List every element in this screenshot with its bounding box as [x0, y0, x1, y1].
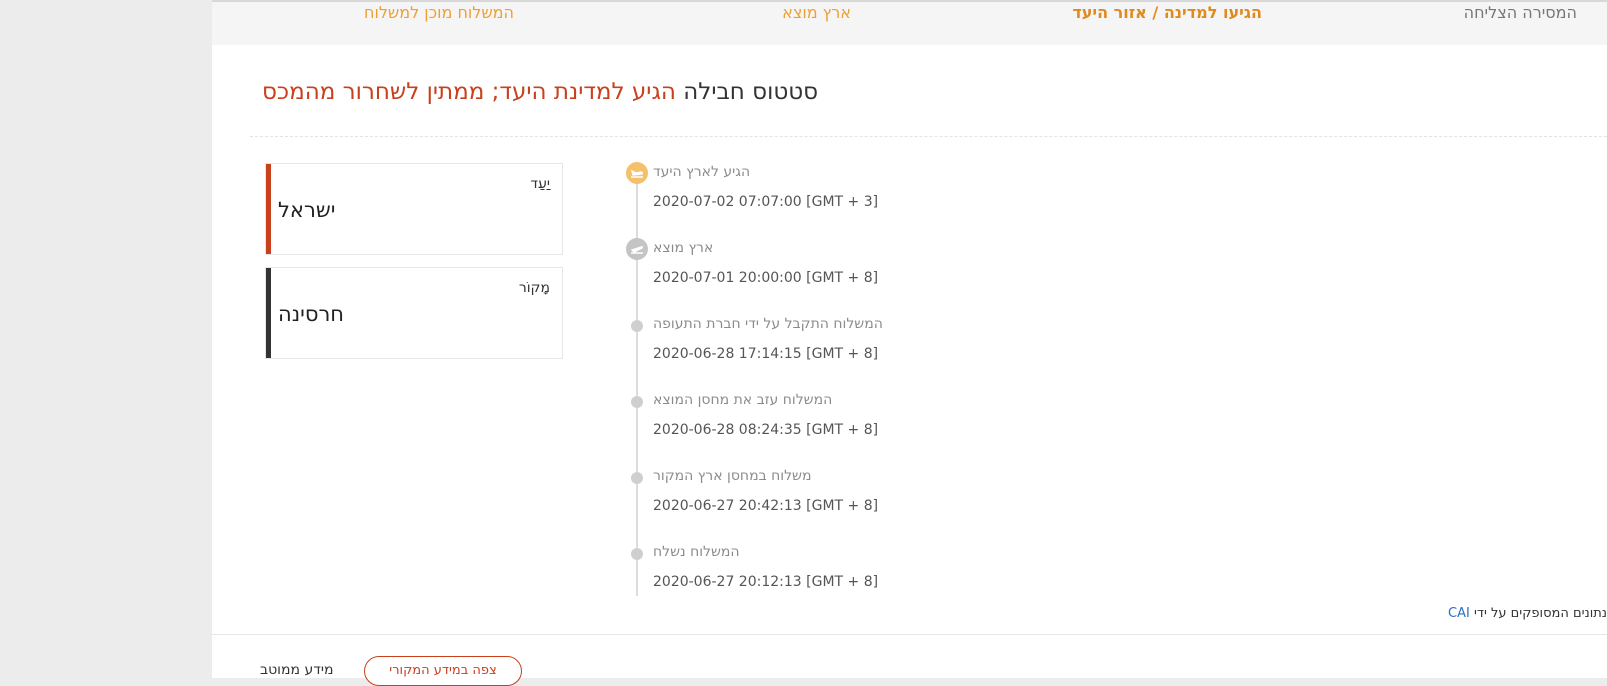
- progress-tabs: המסירה הצליחה הגיעו למדינה / אזור היעד א…: [212, 2, 1607, 45]
- timeline-date-1: 2020-07-01 20:00:00 [GMT + 8]: [653, 270, 879, 286]
- provider-text: נתונים המסופקים על ידי: [1473, 606, 1607, 621]
- origin-label: מָקוֹר: [518, 280, 550, 296]
- status-prefix: סטטוס חבילה: [683, 79, 819, 105]
- timeline-dot: [631, 548, 643, 560]
- footer-divider: [212, 634, 1607, 635]
- origin-accent-bar: [266, 268, 271, 358]
- timeline-dot: [631, 472, 643, 484]
- timeline-date-0: 2020-07-02 07:07:00 [GMT + 3]: [653, 194, 879, 210]
- timeline-dot: [631, 396, 643, 408]
- optimized-info-label: מידע ממוטב: [260, 662, 334, 678]
- destination-accent-bar: [266, 164, 271, 254]
- timeline-event-4: משלוח במחסן ארץ המקור: [653, 468, 812, 484]
- status-value: הגיע למדינת היעד; ממתין לשחרור מהמכס: [262, 79, 676, 105]
- destination-value: ישראל: [278, 198, 336, 222]
- tab-delivered[interactable]: המסירה הצליחה: [1464, 2, 1577, 24]
- destination-label: יַעַד: [530, 176, 550, 192]
- tracking-panel: המסירה הצליחה הגיעו למדינה / אזור היעד א…: [212, 0, 1607, 686]
- divider: [250, 136, 1607, 137]
- destination-card: יַעַד ישראל: [265, 163, 563, 255]
- provider-link[interactable]: CAI: [1448, 606, 1470, 621]
- origin-value: חרסינה: [278, 302, 345, 326]
- timeline-event-3: המשלוח עזב את מחסן המוצא: [653, 392, 833, 408]
- timeline-event-1: ארץ מוצא: [653, 240, 714, 256]
- plane-landing-icon: [626, 162, 648, 184]
- tab-arrived-destination[interactable]: הגיעו למדינה / אזור היעד: [1072, 2, 1262, 24]
- timeline-date-5: 2020-06-27 20:12:13 [GMT + 8]: [653, 574, 879, 590]
- timeline-event-5: המשלוח נשלח: [653, 544, 740, 560]
- package-status: סטטוס חבילה הגיע למדינת היעד; ממתין לשחר…: [262, 76, 818, 108]
- tab-ready-to-ship[interactable]: המשלוח מוכן למשלוח: [364, 2, 514, 24]
- timeline-date-2: 2020-06-28 17:14:15 [GMT + 8]: [653, 346, 879, 362]
- view-original-button[interactable]: צפה במידע המקורי: [364, 656, 522, 686]
- tab-origin-country[interactable]: ארץ מוצא: [782, 2, 851, 24]
- origin-card: מָקוֹר חרסינה: [265, 267, 563, 359]
- timeline-date-4: 2020-06-27 20:42:13 [GMT + 8]: [653, 498, 879, 514]
- plane-departure-icon: [626, 238, 648, 260]
- timeline-event-2: המשלוח התקבל על ידי חברת התעופה: [653, 316, 883, 332]
- timeline-date-3: 2020-06-28 08:24:35 [GMT + 8]: [653, 422, 879, 438]
- timeline-dot: [631, 320, 643, 332]
- data-provider-note: נתונים המסופקים על ידי CAI: [1448, 606, 1607, 621]
- timeline-event-0: הגיע לארץ היעד: [653, 164, 751, 180]
